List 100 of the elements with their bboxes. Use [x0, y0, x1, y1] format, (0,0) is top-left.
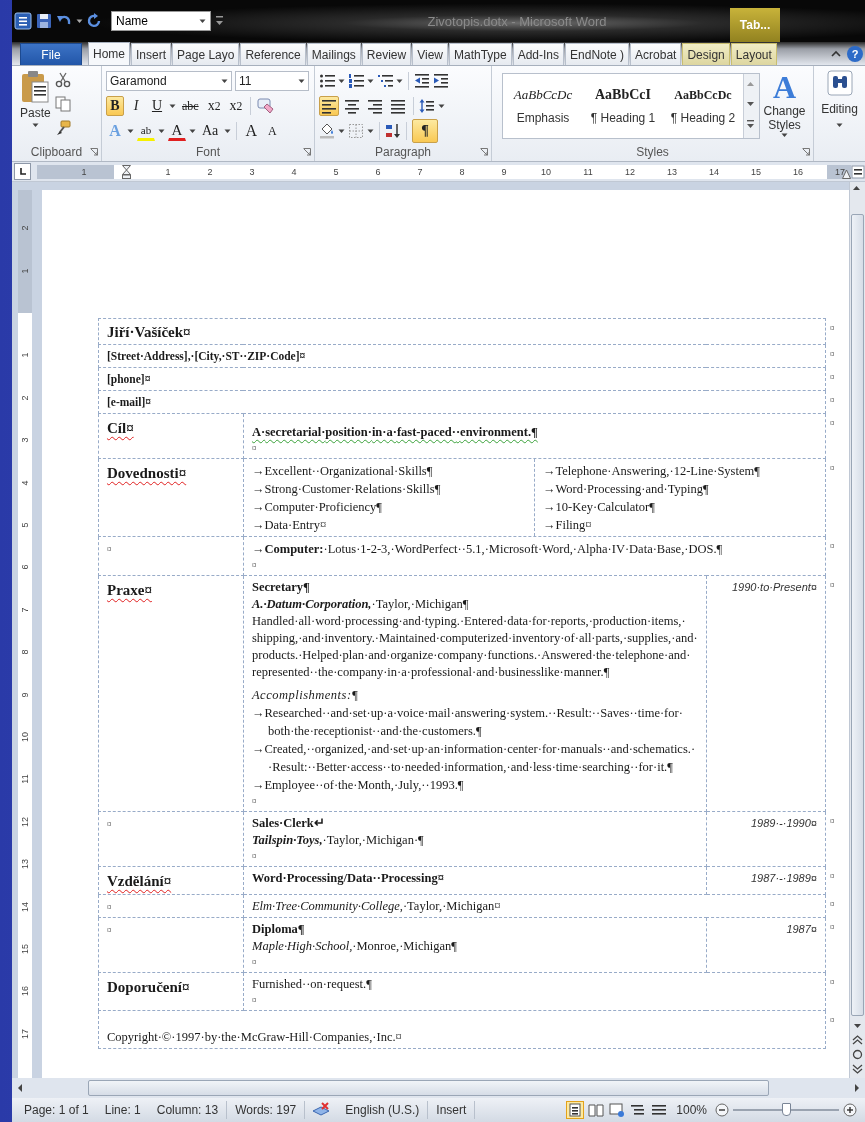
browse-object-icon[interactable] [852, 1049, 863, 1060]
caret-icon[interactable] [438, 103, 445, 109]
style-item[interactable]: AaBbCcDc ¶ Heading 2 [663, 74, 743, 138]
sort-icon[interactable] [385, 123, 401, 139]
caret-icon[interactable] [189, 128, 196, 134]
ribbon-tab[interactable]: Layout [730, 43, 777, 65]
align-right-icon[interactable] [367, 98, 383, 114]
save-icon[interactable] [36, 13, 52, 29]
ribbon-tab[interactable]: View [412, 43, 448, 65]
decrease-indent-icon[interactable] [414, 73, 430, 89]
dialog-launcher-icon[interactable] [480, 148, 488, 156]
format-button[interactable]: Aa [199, 121, 222, 141]
reading-view-icon[interactable] [588, 1102, 605, 1118]
format-button[interactable]: U [148, 96, 166, 116]
caret-icon[interactable] [224, 128, 232, 134]
caret-icon[interactable] [338, 78, 345, 84]
view-ruler-icon[interactable] [851, 164, 865, 179]
indent-marker-icon[interactable] [122, 164, 131, 179]
caret-icon[interactable] [199, 18, 206, 24]
style-name-dropdown[interactable]: Name [111, 11, 211, 31]
caret-icon[interactable] [836, 122, 843, 128]
previous-page-icon[interactable] [852, 1035, 863, 1045]
dialog-launcher-icon[interactable] [303, 148, 311, 156]
scroll-thumb[interactable] [88, 1080, 769, 1096]
brush-icon[interactable] [54, 120, 71, 136]
caret-icon[interactable] [781, 132, 788, 138]
scroll-thumb[interactable] [851, 214, 864, 1016]
dialog-launcher-icon[interactable] [90, 148, 98, 156]
ribbon-tab[interactable]: Reference [240, 43, 306, 65]
outline-view-icon[interactable] [630, 1102, 647, 1118]
format-button[interactable]: ab [137, 121, 155, 141]
increase-indent-icon[interactable] [433, 73, 449, 89]
copy-icon[interactable] [54, 96, 71, 112]
align-left-icon[interactable] [321, 98, 337, 114]
format-button[interactable]: B [106, 96, 124, 116]
align-justify-icon[interactable] [390, 98, 406, 114]
caret-icon[interactable] [31, 122, 39, 128]
page-count[interactable]: Page: 1 of 1 [16, 1103, 97, 1117]
minimize-ribbon-icon[interactable] [831, 50, 841, 58]
ribbon-tab[interactable]: EndNote ) [565, 43, 630, 65]
bullets-icon[interactable] [319, 73, 335, 89]
caret-icon[interactable] [298, 78, 305, 84]
editing-button[interactable]: Editing [814, 66, 865, 128]
change-styles-button[interactable]: A Change Styles [760, 70, 809, 143]
clear-format-icon[interactable] [256, 97, 275, 115]
multilevel-list-icon[interactable] [377, 73, 393, 89]
caret-icon[interactable] [367, 78, 374, 84]
ribbon-tab[interactable]: Home [88, 42, 130, 65]
show-formatting-marks-button[interactable]: ¶ [412, 119, 438, 143]
caret-icon[interactable] [169, 103, 176, 109]
zoom-slider-thumb[interactable] [782, 1103, 791, 1116]
format-button[interactable]: abc [179, 96, 202, 116]
caret-icon[interactable] [127, 128, 134, 134]
ribbon-tab[interactable]: Page Layo [172, 43, 240, 65]
line-number[interactable]: Line: 1 [96, 1103, 149, 1117]
ribbon-tab[interactable]: Acrobat [630, 43, 682, 65]
column-number[interactable]: Column: 13 [148, 1103, 227, 1117]
caret-icon[interactable] [221, 78, 228, 84]
zoom-in-icon[interactable] [843, 1103, 857, 1117]
help-button[interactable]: ? [847, 46, 863, 62]
ribbon-tab[interactable]: Add-Ins [512, 43, 565, 65]
customize-caret-icon[interactable] [215, 14, 224, 28]
font-name-field[interactable]: Garamond [106, 71, 232, 91]
font-size-field[interactable]: 11 [235, 71, 309, 91]
numbering-icon[interactable] [348, 73, 364, 89]
caret-icon[interactable] [367, 128, 374, 134]
paste-button[interactable]: Paste [16, 70, 55, 143]
word-count[interactable]: Words: 197 [227, 1103, 305, 1117]
draft-view-icon[interactable] [651, 1102, 668, 1118]
ribbon-tab[interactable]: MathType [448, 43, 512, 65]
scroll-down-arrow-icon[interactable] [851, 1021, 864, 1031]
format-button[interactable]: A [168, 121, 186, 141]
ribbon-tab[interactable]: Mailings [306, 43, 361, 65]
next-page-icon[interactable] [852, 1064, 863, 1074]
ribbon-tab[interactable]: Review [361, 43, 412, 65]
format-button[interactable]: A [263, 121, 282, 141]
language-indicator[interactable]: English (U.S.) [337, 1103, 428, 1117]
print-view-icon[interactable] [567, 1102, 584, 1118]
format-button[interactable]: I [127, 96, 145, 116]
ribbon-tab[interactable]: Insert [131, 43, 172, 65]
style-item[interactable]: AaBbCcDc Emphasis [503, 74, 583, 138]
style-item[interactable]: AaBbCcI ¶ Heading 1 [583, 74, 663, 138]
format-button[interactable]: A [242, 121, 261, 141]
paint-bucket-icon[interactable] [319, 123, 335, 139]
file-tab[interactable]: File [20, 43, 82, 65]
line-spacing-icon[interactable] [419, 98, 435, 114]
proofing-icon[interactable] [311, 1102, 332, 1118]
web-view-icon[interactable] [609, 1102, 626, 1118]
caret-icon[interactable] [396, 78, 403, 84]
insert-mode-indicator[interactable]: Insert [428, 1103, 475, 1117]
ribbon-tab[interactable]: Design [682, 43, 730, 65]
zoom-level[interactable]: 100% [668, 1103, 715, 1117]
dialog-launcher-icon[interactable] [802, 148, 810, 156]
redo-icon[interactable] [87, 13, 103, 29]
align-center-icon[interactable] [344, 98, 360, 114]
zoom-out-icon[interactable] [715, 1103, 729, 1117]
cut-icon[interactable] [54, 72, 71, 88]
caret-icon[interactable] [158, 128, 165, 134]
app-icon[interactable] [14, 12, 32, 30]
tab-stop-icon[interactable] [14, 163, 31, 180]
